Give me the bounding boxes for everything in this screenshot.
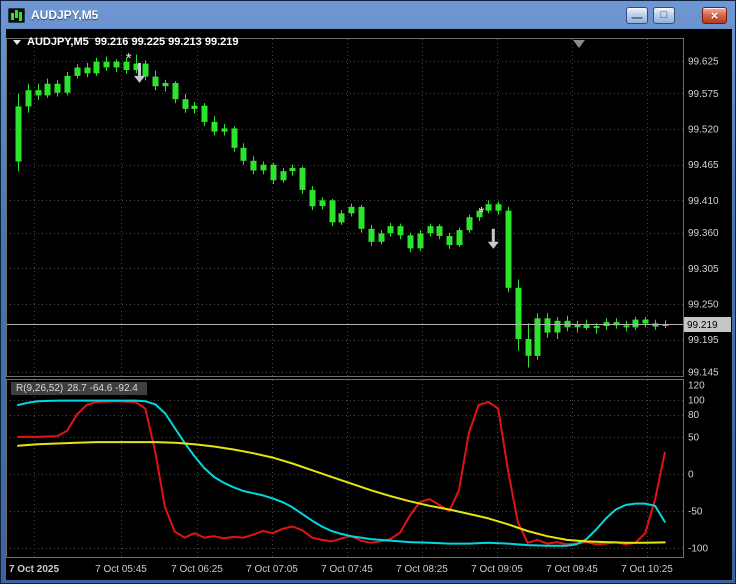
symbol-dropdown-icon[interactable] xyxy=(13,39,21,45)
titlebar[interactable]: AUDJPY,M5 — □ × xyxy=(1,1,735,29)
chart-ohlc-values: 99.216 99.225 99.213 99.219 xyxy=(94,36,239,48)
app-icon[interactable] xyxy=(7,7,26,23)
svg-text:*: * xyxy=(126,50,132,67)
window-controls: — □ × xyxy=(626,6,727,24)
indicator-label: R(9,26,52) 28.7 -64.6 -92.4 xyxy=(11,382,147,395)
indicator-values: 28.7 -64.6 -92.4 xyxy=(67,383,138,394)
chart-symbol-label: AUDJPY,M5 xyxy=(27,36,89,48)
svg-text:*: * xyxy=(479,204,485,221)
panel-divider[interactable] xyxy=(6,373,683,380)
maximize-button[interactable]: □ xyxy=(653,6,675,24)
mt4-window: AUDJPY,M5 — □ × * * 99.625 99.575 99.520 99.4… xyxy=(0,0,736,584)
chart-canvas[interactable]: **99.62599.57599.52099.46599.41099.36099… xyxy=(6,29,732,580)
close-button[interactable]: × xyxy=(702,6,727,24)
time-axis[interactable] xyxy=(6,558,683,580)
minimize-icon: — xyxy=(631,11,643,24)
chart-ohlc-label: AUDJPY,M5 99.216 99.225 99.213 99.219 xyxy=(13,36,239,48)
price-axis[interactable] xyxy=(684,29,732,558)
indicator-name: R(9,26,52) xyxy=(16,383,64,394)
close-icon: × xyxy=(710,7,719,23)
minimize-button[interactable]: — xyxy=(626,6,648,24)
maximize-icon: □ xyxy=(660,8,668,21)
window-title: AUDJPY,M5 xyxy=(31,8,99,22)
chart-window: * * 99.625 99.575 99.520 99.465 99.410 99.360 99… xyxy=(6,29,732,580)
